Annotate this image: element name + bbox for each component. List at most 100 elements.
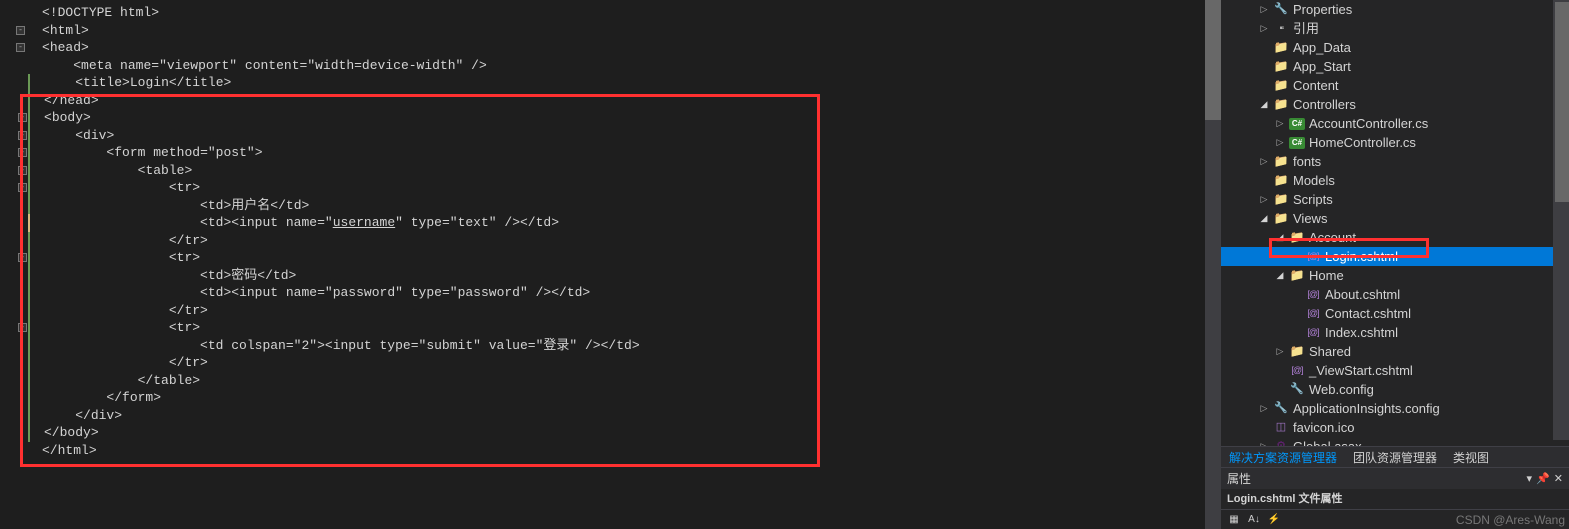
fold-toggle-icon[interactable]: -	[16, 43, 25, 52]
explorer-tab-strip: 解决方案资源管理器 团队资源管理器 类视图	[1221, 446, 1569, 467]
props-events-button[interactable]: ⚡	[1265, 512, 1283, 528]
folder-icon	[1289, 231, 1305, 245]
tree-item[interactable]: _ViewStart.cshtml	[1221, 361, 1569, 380]
code-line[interactable]: </head>	[28, 92, 1205, 110]
pin-icon[interactable]: 📌	[1536, 468, 1550, 490]
fold-toggle-icon[interactable]: -	[18, 183, 27, 192]
fold-toggle-icon[interactable]: -	[18, 131, 27, 140]
code-line[interactable]: -<body>	[28, 109, 1205, 127]
tab-class-view[interactable]: 类视图	[1445, 447, 1497, 467]
tree-item[interactable]: About.cshtml	[1221, 285, 1569, 304]
code-line[interactable]: </table>	[28, 372, 1205, 390]
code-line[interactable]: - <div>	[28, 127, 1205, 145]
code-line[interactable]: </html>	[28, 442, 1205, 460]
code-line[interactable]: </tr>	[28, 232, 1205, 250]
tree-item[interactable]: App_Data	[1221, 38, 1569, 57]
solution-explorer-panel: Properties引用App_DataApp_StartContentCont…	[1221, 0, 1569, 529]
fold-toggle-icon[interactable]: -	[16, 26, 25, 35]
code-line[interactable]: <td><input name="username" type="text" /…	[28, 214, 1205, 232]
tree-item[interactable]: Login.cshtml	[1221, 247, 1569, 266]
code-line[interactable]: <td>密码</td>	[28, 267, 1205, 285]
code-line[interactable]: </form>	[28, 389, 1205, 407]
code-editor-pane[interactable]: <!DOCTYPE html>-<html>-<head> <meta name…	[0, 0, 1205, 529]
chevron-right-icon[interactable]	[1259, 399, 1269, 418]
code-line[interactable]: - <table>	[28, 162, 1205, 180]
tree-item-label: Views	[1293, 209, 1327, 228]
tree-item-label: Login.cshtml	[1325, 247, 1398, 266]
fold-toggle-icon[interactable]: -	[18, 113, 27, 122]
tree-item[interactable]: Index.cshtml	[1221, 323, 1569, 342]
code-line[interactable]: <!DOCTYPE html>	[28, 4, 1205, 22]
chevron-right-icon[interactable]	[1275, 342, 1285, 361]
fold-toggle-icon[interactable]: -	[18, 253, 27, 262]
tree-item[interactable]: Home	[1221, 266, 1569, 285]
explorer-scrollbar-track[interactable]	[1553, 0, 1569, 440]
fold-toggle-icon[interactable]: -	[18, 323, 27, 332]
code-line[interactable]: <meta name="viewport" content="width=dev…	[28, 57, 1205, 75]
code-line[interactable]: -<head>	[28, 39, 1205, 57]
tree-item[interactable]: Shared	[1221, 342, 1569, 361]
tab-team-explorer[interactable]: 团队资源管理器	[1345, 447, 1445, 467]
code-line[interactable]: -<html>	[28, 22, 1205, 40]
tree-item-label: Content	[1293, 76, 1339, 95]
tree-item[interactable]: Global.asax	[1221, 437, 1569, 446]
tree-item-label: Contact.cshtml	[1325, 304, 1411, 323]
code-line[interactable]: - <tr>	[28, 249, 1205, 267]
dropdown-icon[interactable]: ▾	[1527, 468, 1533, 490]
code-line[interactable]: <td>用户名</td>	[28, 197, 1205, 215]
props-alpha-button[interactable]: A↓	[1245, 512, 1263, 528]
tree-item[interactable]: Scripts	[1221, 190, 1569, 209]
tree-item[interactable]: HomeController.cs	[1221, 133, 1569, 152]
tree-item[interactable]: AccountController.cs	[1221, 114, 1569, 133]
tree-item[interactable]: Web.config	[1221, 380, 1569, 399]
tree-item-label: Models	[1293, 171, 1335, 190]
editor-scrollbar[interactable]	[1205, 0, 1221, 529]
chevron-right-icon[interactable]	[1259, 0, 1269, 19]
code-line[interactable]: </body>	[28, 424, 1205, 442]
folder-icon	[1289, 345, 1305, 359]
ref-icon	[1273, 22, 1289, 36]
fold-toggle-icon[interactable]: -	[18, 166, 27, 175]
chevron-right-icon[interactable]	[1275, 133, 1285, 152]
tree-item[interactable]: Account	[1221, 228, 1569, 247]
tree-item[interactable]: Properties	[1221, 0, 1569, 19]
code-line[interactable]: - <tr>	[28, 319, 1205, 337]
tree-item[interactable]: Content	[1221, 76, 1569, 95]
code-line[interactable]: </div>	[28, 407, 1205, 425]
chevron-down-icon[interactable]	[1275, 228, 1285, 247]
explorer-scrollbar-thumb[interactable]	[1555, 2, 1569, 202]
code-line[interactable]: </tr>	[28, 302, 1205, 320]
code-line[interactable]: <td><input name="password" type="passwor…	[28, 284, 1205, 302]
tree-item[interactable]: App_Start	[1221, 57, 1569, 76]
tree-item-label: favicon.ico	[1293, 418, 1354, 437]
tree-item[interactable]: 引用	[1221, 19, 1569, 38]
tree-item[interactable]: Controllers	[1221, 95, 1569, 114]
code-area[interactable]: <!DOCTYPE html>-<html>-<head> <meta name…	[0, 4, 1205, 459]
tree-item[interactable]: ApplicationInsights.config	[1221, 399, 1569, 418]
folder-icon	[1273, 79, 1289, 93]
chevron-right-icon[interactable]	[1259, 190, 1269, 209]
tree-item-label: App_Start	[1293, 57, 1351, 76]
code-line[interactable]: - <form method="post">	[28, 144, 1205, 162]
tab-solution-explorer[interactable]: 解决方案资源管理器	[1221, 447, 1345, 467]
code-line[interactable]: - <tr>	[28, 179, 1205, 197]
tree-item[interactable]: Contact.cshtml	[1221, 304, 1569, 323]
solution-tree[interactable]: Properties引用App_DataApp_StartContentCont…	[1221, 0, 1569, 446]
tree-item[interactable]: fonts	[1221, 152, 1569, 171]
chevron-down-icon[interactable]	[1259, 95, 1269, 114]
chevron-down-icon[interactable]	[1275, 266, 1285, 285]
chevron-right-icon[interactable]	[1259, 152, 1269, 171]
code-line[interactable]: <title>Login</title>	[28, 74, 1205, 92]
chevron-down-icon[interactable]	[1259, 209, 1269, 228]
code-line[interactable]: <td colspan="2"><input type="submit" val…	[28, 337, 1205, 355]
chevron-right-icon[interactable]	[1259, 437, 1269, 446]
chevron-right-icon[interactable]	[1275, 114, 1285, 133]
props-categorize-button[interactable]: ▦	[1225, 512, 1243, 528]
tree-item[interactable]: Views	[1221, 209, 1569, 228]
code-line[interactable]: </tr>	[28, 354, 1205, 372]
tree-item[interactable]: favicon.ico	[1221, 418, 1569, 437]
fold-toggle-icon[interactable]: -	[18, 148, 27, 157]
chevron-right-icon[interactable]	[1259, 19, 1269, 38]
tree-item[interactable]: Models	[1221, 171, 1569, 190]
close-icon[interactable]: ✕	[1554, 468, 1563, 490]
